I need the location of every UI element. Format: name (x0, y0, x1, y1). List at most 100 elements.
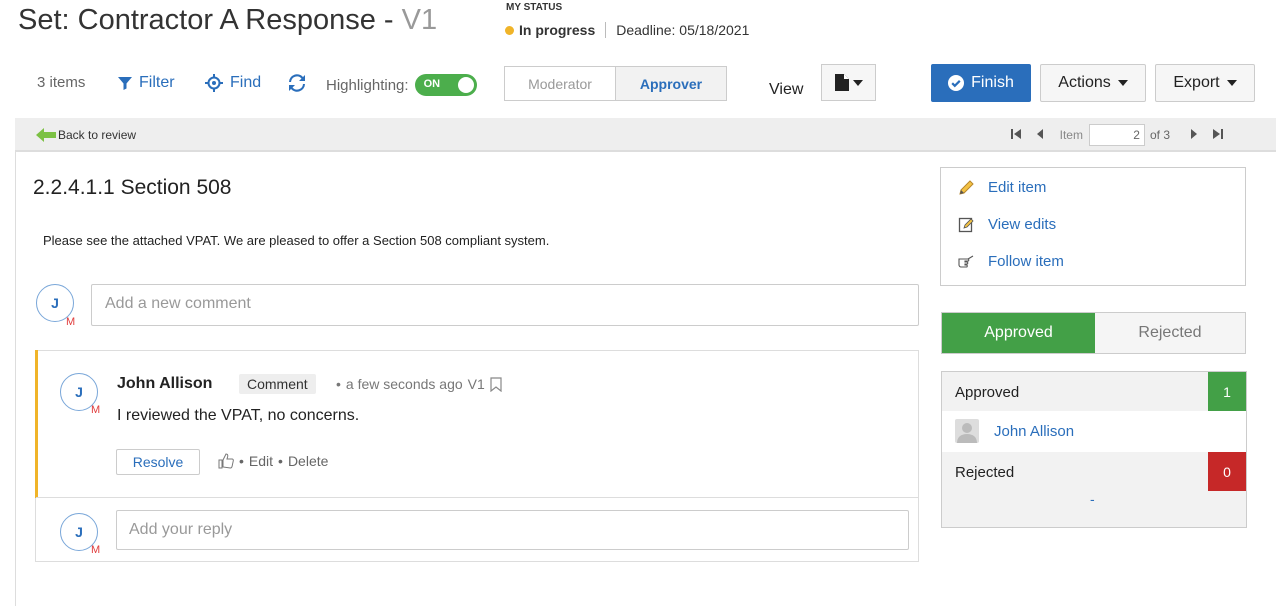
highlighting-toggle[interactable]: ON (414, 74, 477, 96)
approved-count-badge: 1 (1208, 372, 1246, 411)
actions-label: Actions (1058, 74, 1111, 91)
back-arrow-icon (36, 128, 56, 142)
approved-row: Approved 1 (942, 372, 1246, 411)
delete-comment-link[interactable]: Delete (288, 453, 328, 469)
comment-time: a few seconds ago (345, 376, 463, 392)
reply-input[interactable]: Add your reply (116, 510, 909, 550)
check-circle-icon (948, 75, 965, 91)
voter-row: John Allison (942, 411, 1246, 450)
last-item-icon[interactable] (1206, 128, 1230, 143)
item-label: Item (1059, 128, 1083, 142)
rejected-count-badge: 0 (1208, 452, 1246, 491)
meta-separator: • (239, 453, 244, 469)
page-title-text: Set: Contractor A Response - (18, 4, 402, 36)
page-title: Set: Contractor A Response - V1 (18, 4, 437, 37)
refresh-button[interactable] (288, 74, 306, 92)
edit-comment-link[interactable]: Edit (249, 453, 273, 469)
avatar-badge: M (91, 544, 101, 556)
vote-toggle: Approved Rejected (941, 312, 1246, 354)
follow-item-link[interactable]: Follow item (958, 253, 1064, 270)
resolve-button[interactable]: Resolve (116, 449, 200, 475)
highlighting-control: Highlighting: ON (326, 74, 477, 96)
finish-label: Finish (971, 74, 1014, 91)
vote-summary-panel: Approved 1 John Allison Rejected 0 - (941, 371, 1247, 528)
edit-item-link[interactable]: Edit item (958, 179, 1046, 196)
highlighting-label: Highlighting: (326, 76, 409, 94)
comment-highlight-bar (35, 350, 38, 498)
view-dropdown-button[interactable] (821, 64, 876, 101)
rejected-voters-row: - (942, 491, 1246, 527)
status-label: MY STATUS (506, 2, 563, 13)
comment-version: V1 (467, 376, 485, 392)
version-label: V1 (401, 4, 438, 36)
comment-author[interactable]: John Allison (117, 375, 212, 393)
actions-dropdown-button[interactable]: Actions (1040, 64, 1146, 102)
bookmark-icon[interactable] (490, 376, 502, 392)
chevron-down-icon (1117, 80, 1128, 86)
find-button[interactable]: Find (205, 74, 261, 92)
rejected-label: Rejected (955, 464, 1015, 481)
comment-divider (36, 497, 918, 498)
document-icon (834, 74, 849, 91)
avatar-badge: M (91, 404, 101, 416)
previous-item-icon[interactable] (1028, 128, 1052, 143)
refresh-icon (289, 74, 305, 92)
item-number-input[interactable] (1088, 124, 1145, 146)
view-label: View (769, 81, 804, 98)
pointing-hand-icon (958, 255, 974, 268)
filter-button[interactable]: Filter (117, 74, 175, 92)
item-pager: Item of 3 (1004, 124, 1230, 146)
edit-item-label: Edit item (988, 179, 1047, 196)
next-item-icon[interactable] (1182, 128, 1206, 143)
edit-document-icon (958, 217, 974, 233)
status-text: In progress (519, 22, 596, 38)
response-text: Please see the attached VPAT. We are ple… (43, 233, 550, 248)
export-label: Export (1173, 74, 1220, 91)
user-avatar-icon (955, 419, 979, 443)
deadline-text: Deadline: 05/18/2021 (616, 22, 750, 38)
follow-item-label: Follow item (988, 253, 1064, 270)
chevron-down-icon (852, 79, 863, 86)
role-moderator-button[interactable]: Moderator (505, 67, 616, 100)
avatar-badge: M (66, 316, 76, 328)
thumbs-up-icon[interactable] (218, 453, 234, 469)
items-count: 3 items (37, 74, 86, 91)
meta-separator: • (336, 376, 341, 392)
item-total: of 3 (1149, 128, 1170, 142)
find-label: Find (230, 74, 262, 91)
status-dot-icon (505, 25, 514, 35)
new-comment-input[interactable]: Add a new comment (91, 284, 919, 326)
content-left-border (15, 152, 16, 606)
toggle-knob (457, 77, 474, 93)
approved-button[interactable]: Approved (942, 313, 1095, 353)
toggle-on-label: ON (423, 78, 441, 90)
meta-separator: • (278, 453, 283, 469)
role-approver-button[interactable]: Approver (616, 67, 726, 100)
finish-button[interactable]: Finish (931, 64, 1031, 102)
crosshair-icon (205, 74, 223, 92)
back-to-review-link[interactable]: Back to review (36, 128, 136, 142)
item-navigation-bar: Back to review Item of 3 (15, 118, 1276, 152)
view-edits-label: View edits (988, 216, 1057, 233)
role-switch: Moderator Approver (504, 66, 727, 101)
back-to-review-label: Back to review (58, 128, 137, 142)
voter-name[interactable]: John Allison (994, 423, 1074, 440)
filter-label: Filter (139, 74, 175, 91)
comment-text: I reviewed the VPAT, no concerns. (117, 407, 360, 424)
no-voters-placeholder: - (1090, 491, 1095, 507)
approved-label: Approved (955, 384, 1020, 401)
chevron-down-icon (1226, 80, 1237, 86)
comment-type-badge: Comment (239, 374, 316, 394)
pencil-icon (959, 180, 974, 195)
comment-meta: • a few seconds ago V1 (336, 376, 502, 392)
comment-actions: • Edit • Delete (218, 453, 328, 469)
status-line: In progress Deadline: 05/18/2021 (505, 22, 749, 38)
section-title: 2.2.4.1.1 Section 508 (33, 176, 232, 199)
first-item-icon[interactable] (1004, 128, 1028, 143)
rejected-button[interactable]: Rejected (1095, 313, 1245, 353)
export-dropdown-button[interactable]: Export (1155, 64, 1255, 102)
filter-icon (118, 77, 132, 90)
status-divider (605, 22, 607, 38)
rejected-row: Rejected 0 (942, 452, 1246, 491)
view-edits-link[interactable]: View edits (958, 216, 1056, 233)
